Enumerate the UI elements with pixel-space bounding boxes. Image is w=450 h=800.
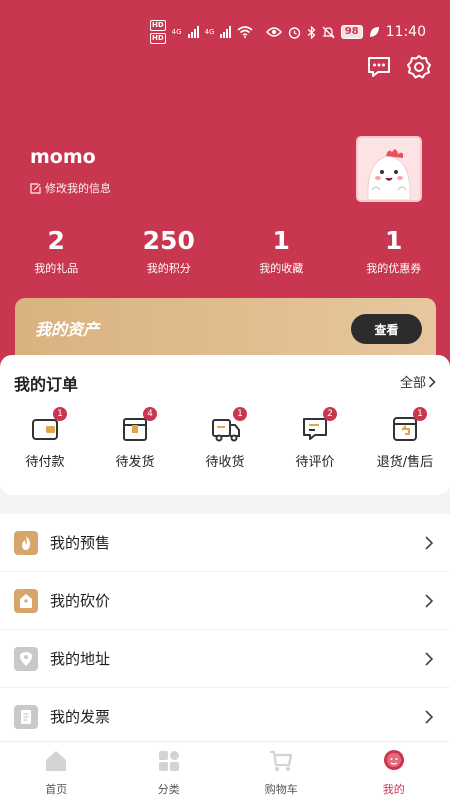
hd-badge-bottom: HD bbox=[150, 33, 166, 44]
bottom-tab-bar: 首页 分类 购物车 我的 bbox=[0, 741, 450, 800]
menu-item-bargain[interactable]: 我的砍价 bbox=[0, 572, 450, 630]
order-pending-shipment[interactable]: 4 待发货 bbox=[90, 407, 180, 470]
order-pending-payment[interactable]: 1 待付款 bbox=[0, 407, 90, 470]
settings-icon[interactable] bbox=[406, 54, 432, 80]
stat-favorites[interactable]: 1 我的收藏 bbox=[225, 226, 338, 276]
order-label: 待付款 bbox=[25, 455, 65, 470]
order-label: 待收货 bbox=[205, 455, 245, 470]
fire-icon bbox=[14, 530, 38, 555]
mute-icon bbox=[322, 26, 335, 38]
avatar[interactable] bbox=[356, 136, 422, 202]
wifi-icon bbox=[237, 26, 253, 38]
tab-label: 首页 bbox=[45, 783, 68, 796]
order-badge: 1 bbox=[53, 407, 67, 421]
orders-title: 我的订单 bbox=[14, 375, 79, 394]
invoice-icon bbox=[14, 704, 38, 729]
menu-item-invoice[interactable]: 我的发票 bbox=[0, 688, 450, 746]
chevron-right-icon bbox=[425, 536, 434, 550]
location-icon bbox=[14, 646, 38, 671]
stat-points[interactable]: 250 我的积分 bbox=[113, 226, 226, 276]
edit-profile-link[interactable]: 修改我的信息 bbox=[30, 180, 111, 196]
chevron-right-icon bbox=[425, 594, 434, 608]
order-badge: 1 bbox=[413, 407, 427, 421]
stat-label: 我的收藏 bbox=[259, 262, 304, 275]
tab-category[interactable]: 分类 bbox=[113, 742, 226, 800]
edit-icon bbox=[30, 182, 41, 194]
stat-gifts[interactable]: 2 我的礼品 bbox=[0, 226, 113, 276]
feature-menu: 我的预售 我的砍价 我的地址 我的发票 bbox=[0, 514, 450, 746]
view-assets-button[interactable]: 查看 bbox=[351, 314, 422, 344]
category-icon bbox=[158, 751, 179, 771]
profile-icon bbox=[383, 750, 404, 770]
tab-cart[interactable]: 购物车 bbox=[225, 742, 338, 800]
edit-profile-label: 修改我的信息 bbox=[45, 182, 111, 195]
tab-label: 购物车 bbox=[264, 783, 298, 796]
header-actions bbox=[366, 54, 432, 80]
battery-level: 98 bbox=[340, 25, 363, 39]
signal-icon bbox=[220, 26, 232, 38]
order-badge: 2 bbox=[323, 407, 337, 421]
menu-label: 我的预售 bbox=[50, 534, 111, 552]
all-orders-label: 全部 bbox=[399, 376, 426, 391]
order-badge: 4 bbox=[143, 407, 157, 421]
menu-label: 我的砍价 bbox=[50, 592, 111, 610]
order-pending-receipt[interactable]: 1 待收货 bbox=[180, 407, 270, 470]
tab-profile[interactable]: 我的 bbox=[338, 742, 450, 800]
chevron-right-icon bbox=[425, 652, 434, 666]
alarm-icon bbox=[288, 26, 300, 39]
user-stats: 2 我的礼品 250 我的积分 1 我的收藏 1 我的优惠券 bbox=[0, 226, 450, 276]
stat-label: 我的礼品 bbox=[34, 262, 79, 275]
net-type-1: 4G bbox=[171, 28, 182, 36]
menu-label: 我的发票 bbox=[50, 708, 111, 726]
tag-icon bbox=[14, 588, 38, 613]
menu-item-presale[interactable]: 我的预售 bbox=[0, 514, 450, 572]
avatar-illustration bbox=[358, 138, 420, 200]
stat-value: 250 bbox=[142, 226, 195, 255]
order-label: 待评价 bbox=[295, 455, 335, 470]
order-after-sales[interactable]: 1 退货/售后 bbox=[360, 407, 450, 470]
cart-icon bbox=[270, 750, 293, 771]
hd-badge-top: HD bbox=[150, 20, 166, 31]
menu-item-address[interactable]: 我的地址 bbox=[0, 630, 450, 688]
tab-label: 分类 bbox=[157, 783, 180, 796]
chevron-right-icon bbox=[428, 375, 436, 388]
stat-label: 我的优惠券 bbox=[366, 262, 422, 275]
order-pending-review[interactable]: 2 待评价 bbox=[270, 407, 360, 470]
leaf-icon bbox=[369, 27, 379, 37]
asset-title: 我的资产 bbox=[35, 320, 100, 339]
stat-coupons[interactable]: 1 我的优惠券 bbox=[338, 226, 450, 276]
eye-icon bbox=[265, 27, 282, 37]
status-bar: HD HD 4G 4G 98 11:40 bbox=[150, 18, 426, 46]
signal-icon bbox=[187, 26, 199, 38]
stat-value: 1 bbox=[272, 226, 290, 255]
stat-label: 我的积分 bbox=[146, 262, 191, 275]
stat-value: 1 bbox=[385, 226, 403, 255]
all-orders-link[interactable]: 全部 bbox=[400, 372, 436, 391]
tab-home[interactable]: 首页 bbox=[0, 742, 113, 800]
username: momo bbox=[30, 146, 96, 168]
net-type-2: 4G bbox=[204, 28, 215, 36]
order-badge: 1 bbox=[233, 407, 247, 421]
orders-card: 我的订单 全部 1 待付款 4 待发货 1 待收货 2 待评价 1 退货/售后 bbox=[0, 355, 450, 495]
message-icon[interactable] bbox=[366, 54, 392, 80]
clock-time: 11:40 bbox=[385, 24, 426, 40]
tab-label: 我的 bbox=[382, 783, 405, 796]
home-icon bbox=[46, 751, 67, 771]
order-label: 待发货 bbox=[115, 455, 155, 470]
stat-value: 2 bbox=[47, 226, 65, 255]
order-label: 退货/售后 bbox=[376, 455, 434, 470]
chevron-right-icon bbox=[425, 710, 434, 724]
bluetooth-icon bbox=[307, 25, 316, 39]
menu-label: 我的地址 bbox=[50, 650, 111, 668]
